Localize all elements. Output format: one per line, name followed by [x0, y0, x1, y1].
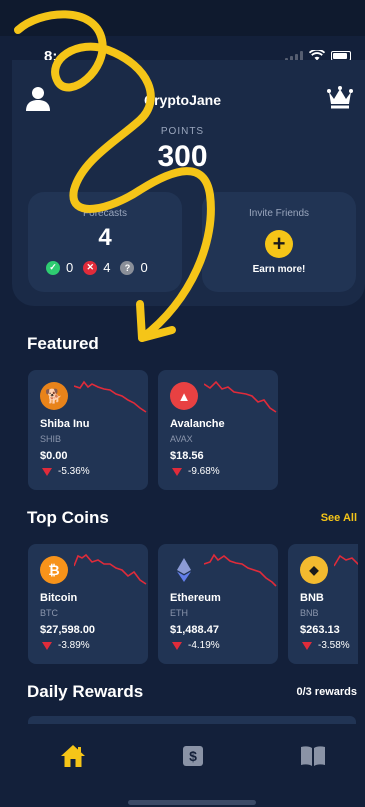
bnb-icon: ◆: [300, 556, 328, 584]
correct-count: 0: [66, 260, 74, 275]
invite-friends-card[interactable]: Invite Friends + Earn more!: [202, 192, 356, 292]
battery-icon: [331, 50, 351, 61]
coin-change: -3.89%: [42, 640, 90, 651]
price-sparkline: [74, 553, 147, 585]
username: CryptoJane: [143, 92, 222, 108]
coin-price: $263.13: [300, 624, 340, 636]
forecasts-stats: ✓ 0 ✕ 4 ? 0: [46, 260, 148, 275]
price-sparkline: [74, 380, 147, 413]
daily-rewards-card[interactable]: [28, 716, 356, 724]
coin-change: -9.68%: [172, 466, 220, 477]
down-arrow-icon: [302, 641, 312, 650]
down-arrow-icon: [172, 641, 182, 650]
crown-icon[interactable]: [327, 86, 353, 110]
dollar-icon[interactable]: $: [180, 744, 206, 768]
coin-name: Avalanche: [170, 418, 225, 430]
change-value: -3.58%: [318, 640, 350, 651]
see-all-link[interactable]: See All: [321, 512, 357, 524]
shiba-icon: 🐕: [40, 382, 68, 410]
wrong-count: 4: [103, 260, 111, 275]
coin-card-ethereum[interactable]: Ethereum ETH $1,488.47 -4.19%: [158, 544, 278, 664]
daily-rewards-heading: Daily Rewards: [27, 682, 144, 701]
rewards-count: 0/3 rewards: [296, 686, 357, 698]
app-screen: 8: CryptoJane POINTS 300 Forecasts 4 ✓ 0…: [0, 0, 365, 807]
check-icon: ✓: [46, 260, 60, 275]
top-coins-heading: Top Coins: [27, 508, 109, 527]
points-value: 300: [157, 140, 208, 173]
forecasts-label: Forecasts: [83, 208, 127, 219]
book-icon[interactable]: [300, 744, 326, 768]
coin-change: -5.36%: [42, 466, 90, 477]
price-sparkline: [204, 553, 277, 587]
bitcoin-icon: ₿: [40, 556, 68, 584]
forecasts-card[interactable]: Forecasts 4 ✓ 0 ✕ 4 ? 0: [28, 192, 182, 292]
featured-heading: Featured: [27, 334, 99, 353]
coin-price: $1,488.47: [170, 624, 219, 636]
coin-name: Ethereum: [170, 592, 221, 604]
coin-symbol: BNB: [300, 608, 319, 618]
forecasts-count: 4: [98, 224, 112, 251]
featured-card-avalanche[interactable]: ▲ Avalanche AVAX $18.56 -9.68%: [158, 370, 278, 490]
down-arrow-icon: [42, 641, 52, 650]
coin-price: $0.00: [40, 450, 68, 462]
coin-card-bnb[interactable]: ◆ BNB BNB $263.13 -3.58%: [288, 544, 358, 664]
question-icon: ?: [120, 260, 135, 275]
down-arrow-icon: [172, 467, 182, 476]
avalanche-icon: ▲: [170, 382, 198, 410]
change-value: -4.19%: [188, 640, 220, 651]
featured-card-shiba[interactable]: 🐕 Shiba Inu SHIB $0.00 -5.36%: [28, 370, 148, 490]
coin-symbol: AVAX: [170, 434, 193, 444]
earn-more-label: Earn more!: [252, 264, 306, 275]
coin-card-bitcoin[interactable]: ₿ Bitcoin BTC $27,598.00 -3.89%: [28, 544, 148, 664]
svg-text:$: $: [189, 748, 197, 764]
coin-price: $27,598.00: [40, 624, 96, 636]
coin-symbol: BTC: [40, 608, 58, 618]
down-arrow-icon: [42, 467, 52, 476]
change-value: -9.68%: [188, 466, 220, 477]
home-indicator: [128, 800, 256, 805]
price-sparkline: [204, 380, 277, 413]
cross-icon: ✕: [83, 260, 98, 275]
coin-name: Bitcoin: [40, 592, 78, 604]
coin-name: Shiba Inu: [40, 418, 90, 430]
change-value: -3.89%: [58, 640, 90, 651]
price-sparkline: [334, 554, 358, 567]
tab-bar: $: [12, 736, 365, 807]
signal-icon: [285, 50, 303, 61]
points-label: POINTS: [160, 126, 205, 137]
coin-symbol: SHIB: [40, 434, 62, 444]
coin-name: BNB: [300, 592, 324, 604]
ethereum-icon: [177, 558, 191, 582]
change-value: -5.36%: [58, 466, 90, 477]
pending-count: 0: [140, 260, 148, 275]
coin-price: $18.56: [170, 450, 204, 462]
coin-change: -4.19%: [172, 640, 220, 651]
top-strip: [0, 0, 365, 36]
plus-icon[interactable]: +: [265, 230, 293, 258]
invite-label: Invite Friends: [248, 208, 310, 219]
home-icon[interactable]: [60, 744, 86, 768]
coin-change: -3.58%: [302, 640, 350, 651]
coin-symbol: ETH: [170, 608, 188, 618]
